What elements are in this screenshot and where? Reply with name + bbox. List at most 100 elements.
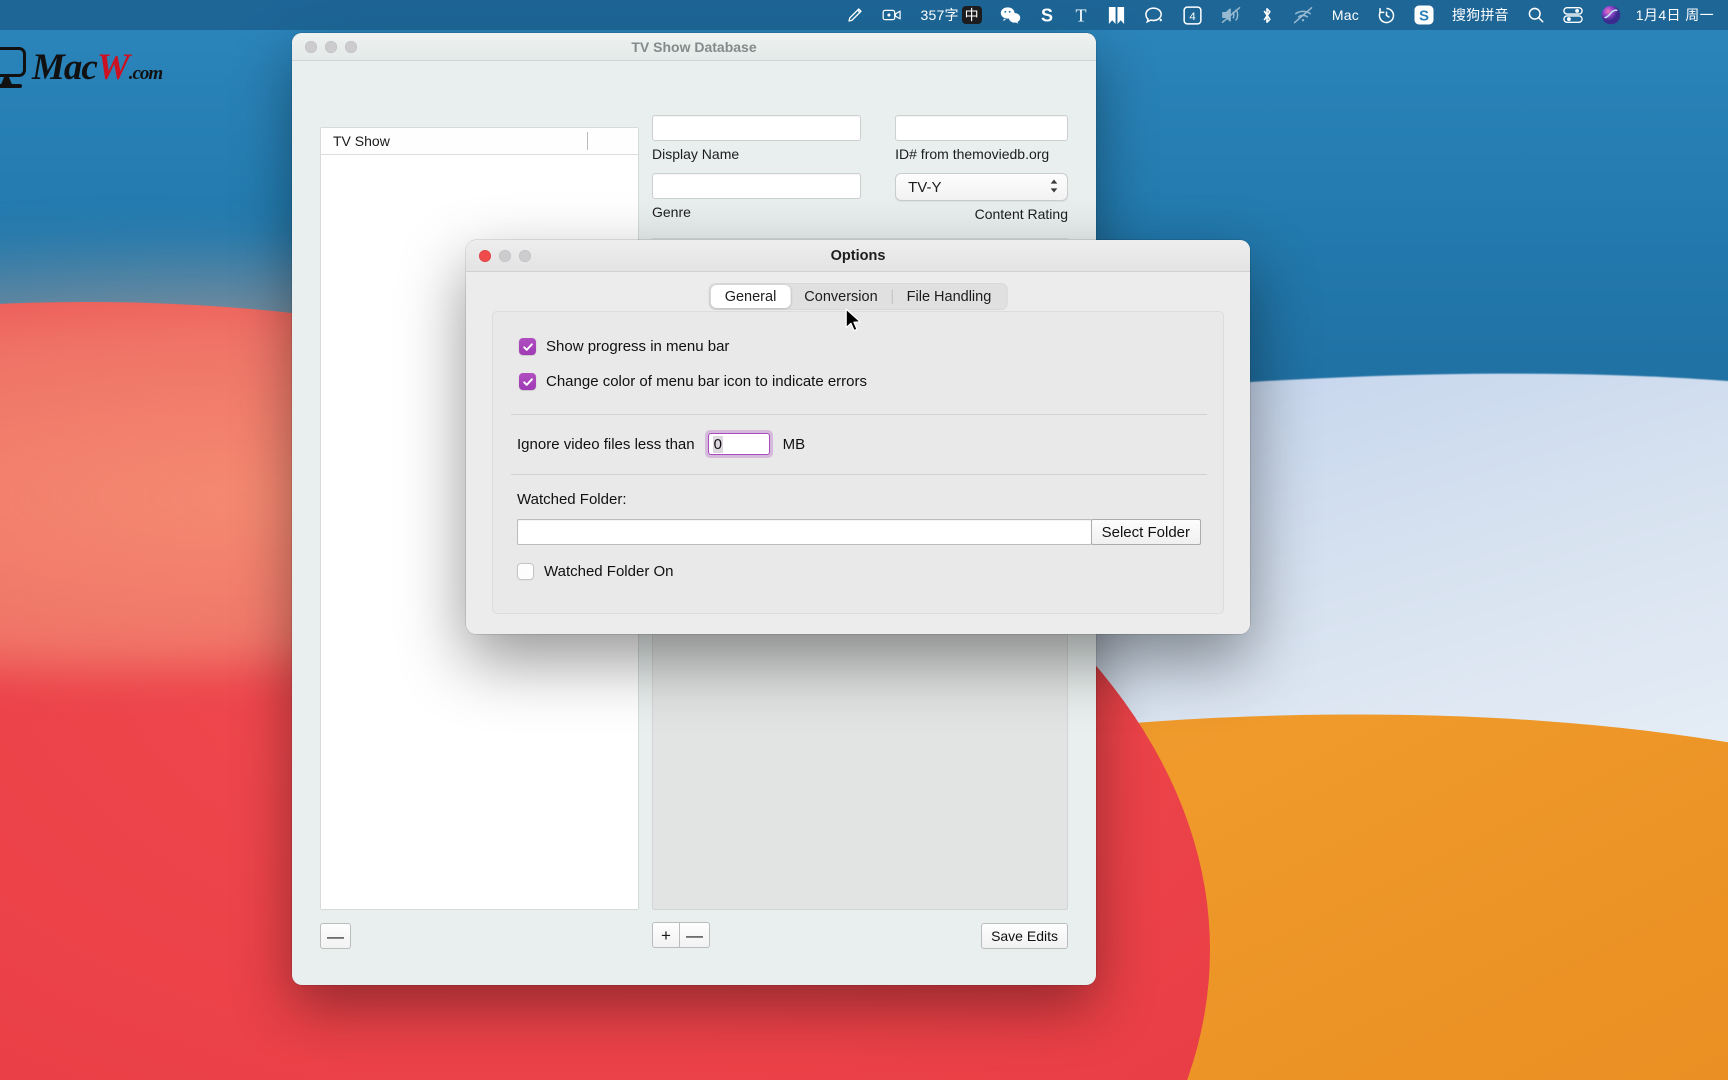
sogou-input-icon[interactable]: S bbox=[1405, 0, 1443, 30]
ignore-size-row: Ignore video files less than 0 MB bbox=[493, 415, 1223, 458]
menu-bar: 357字 中 S T 4 Mac S 搜狗拼音 1月4日 周一 bbox=[0, 0, 1728, 30]
search-icon[interactable] bbox=[1518, 0, 1554, 30]
options-general-panel: Show progress in menu bar Change color o… bbox=[492, 311, 1224, 614]
zoom-button[interactable] bbox=[345, 40, 357, 53]
tab-file-handling[interactable]: File Handling bbox=[893, 285, 1006, 308]
genre-group: Genre bbox=[652, 173, 862, 222]
ignore-size-focus-ring: 0 bbox=[704, 430, 773, 458]
ignore-size-value: 0 bbox=[712, 435, 723, 453]
content-rating-value: TV-Y bbox=[908, 178, 942, 196]
sogou-input-label[interactable]: 搜狗拼音 bbox=[1443, 0, 1518, 30]
display-name-input[interactable] bbox=[652, 115, 862, 141]
wifi-off-icon[interactable] bbox=[1283, 0, 1323, 30]
svg-text:S: S bbox=[1419, 8, 1429, 25]
word-count-status[interactable]: 357字 中 bbox=[911, 0, 990, 30]
show-progress-checkbox[interactable] bbox=[519, 338, 536, 355]
bookmark-icon[interactable] bbox=[1098, 0, 1135, 30]
content-rating-label: Content Rating bbox=[974, 206, 1068, 222]
pencil-icon[interactable] bbox=[837, 0, 873, 30]
options-titlebar[interactable]: Options bbox=[466, 240, 1250, 272]
movie-db-id-input[interactable] bbox=[895, 115, 1068, 141]
save-edits-button[interactable]: Save Edits bbox=[981, 923, 1068, 949]
macw-watermark: MacW.com bbox=[0, 46, 163, 89]
tvdb-titlebar[interactable]: TV Show Database bbox=[292, 33, 1096, 61]
tv-show-list-header[interactable]: TV Show bbox=[321, 128, 638, 155]
tvdb-traffic-lights bbox=[292, 40, 357, 53]
options-tab-bar: General Conversion File Handling bbox=[708, 283, 1008, 310]
episode-add-remove-group: + — bbox=[652, 922, 710, 948]
content-rating-select[interactable]: TV-Y bbox=[895, 173, 1068, 201]
ignore-size-input[interactable]: 0 bbox=[707, 433, 770, 455]
options-zoom-button[interactable] bbox=[519, 249, 531, 262]
watched-folder-path-input[interactable] bbox=[517, 519, 1092, 545]
list-remove-button-wrap: — bbox=[320, 923, 351, 949]
list-remove-button[interactable]: — bbox=[320, 923, 351, 949]
save-edits-wrap: Save Edits bbox=[981, 923, 1068, 949]
movie-db-id-group: ID# from themoviedb.org bbox=[895, 115, 1068, 162]
options-window-title: Options bbox=[830, 247, 886, 264]
input-method-badge[interactable]: 中 bbox=[961, 6, 982, 24]
watermark-text: MacW.com bbox=[32, 46, 163, 89]
episode-add-button[interactable]: + bbox=[652, 922, 680, 948]
watched-folder-row: Select Folder bbox=[517, 519, 1201, 545]
tab-general[interactable]: General bbox=[710, 285, 791, 308]
options-traffic-lights bbox=[466, 249, 531, 262]
change-color-label: Change color of menu bar icon to indicat… bbox=[546, 373, 868, 390]
control-center-icon[interactable] bbox=[1554, 0, 1592, 30]
column-divider[interactable] bbox=[587, 132, 588, 150]
chevron-updown-icon bbox=[1049, 178, 1059, 197]
change-color-checkbox[interactable] bbox=[519, 373, 536, 390]
detail-separator bbox=[652, 238, 1068, 239]
minimize-button[interactable] bbox=[325, 40, 337, 53]
options-dialog: Options General Conversion File Handling… bbox=[466, 240, 1250, 634]
word-count-text: 357字 bbox=[920, 7, 959, 23]
watched-folder-toggle-row[interactable]: Watched Folder On bbox=[517, 563, 1201, 580]
options-body: General Conversion File Handling Show pr… bbox=[466, 272, 1250, 634]
watched-folder-label: Watched Folder: bbox=[517, 491, 627, 508]
bluetooth-icon[interactable] bbox=[1251, 0, 1283, 30]
show-progress-label: Show progress in menu bar bbox=[546, 338, 730, 355]
time-machine-icon[interactable] bbox=[1368, 0, 1405, 30]
ignore-size-label: Ignore video files less than bbox=[517, 435, 695, 453]
menu-bar-status-items: 357字 中 S T 4 Mac S 搜狗拼音 1月4日 周一 bbox=[837, 0, 1728, 30]
svg-text:S: S bbox=[1041, 6, 1053, 25]
close-button[interactable] bbox=[305, 40, 317, 53]
tv-show-column-label: TV Show bbox=[333, 133, 390, 149]
detail-row-1: Display Name ID# from themoviedb.org bbox=[652, 115, 1068, 162]
episode-remove-button[interactable]: — bbox=[680, 922, 710, 948]
numbered-box-icon[interactable]: 4 bbox=[1174, 0, 1211, 30]
display-name-group: Display Name bbox=[652, 115, 862, 162]
svg-text:4: 4 bbox=[1189, 10, 1195, 22]
watermark-dotcom: .com bbox=[128, 63, 163, 84]
siri-icon[interactable] bbox=[1592, 0, 1630, 30]
wechat-icon[interactable] bbox=[991, 0, 1030, 30]
monitor-icon bbox=[0, 46, 28, 89]
tab-conversion[interactable]: Conversion bbox=[790, 285, 891, 308]
genre-input[interactable] bbox=[652, 173, 862, 199]
show-progress-row[interactable]: Show progress in menu bar bbox=[519, 338, 1223, 355]
watched-folder-section: Watched Folder: Select Folder Watched Fo… bbox=[493, 475, 1223, 580]
sogou-s-icon[interactable]: S bbox=[1030, 0, 1064, 30]
movie-db-id-label: ID# from themoviedb.org bbox=[895, 146, 1050, 162]
display-name-label: Display Name bbox=[652, 146, 740, 162]
text-tool-icon[interactable]: T bbox=[1064, 0, 1098, 30]
svg-text:T: T bbox=[1075, 6, 1086, 25]
content-rating-group: TV-Y Content Rating bbox=[895, 173, 1068, 222]
mac-label[interactable]: Mac bbox=[1323, 0, 1368, 30]
screen-record-icon[interactable] bbox=[873, 0, 911, 30]
speech-bubble-icon[interactable] bbox=[1135, 0, 1174, 30]
change-color-row[interactable]: Change color of menu bar icon to indicat… bbox=[519, 373, 1223, 390]
options-close-button[interactable] bbox=[479, 249, 491, 262]
checkbox-group: Show progress in menu bar Change color o… bbox=[493, 312, 1223, 390]
volume-muted-icon[interactable] bbox=[1211, 0, 1251, 30]
watched-folder-checkbox[interactable] bbox=[517, 563, 534, 580]
watched-folder-toggle-label: Watched Folder On bbox=[544, 563, 674, 580]
genre-label: Genre bbox=[652, 204, 691, 220]
menu-bar-clock[interactable]: 1月4日 周一 bbox=[1630, 0, 1718, 30]
watermark-w: W bbox=[96, 47, 130, 88]
ignore-size-unit: MB bbox=[782, 435, 806, 453]
options-minimize-button[interactable] bbox=[499, 249, 511, 262]
tvdb-window-title: TV Show Database bbox=[631, 38, 757, 55]
select-folder-button[interactable]: Select Folder bbox=[1090, 519, 1201, 545]
detail-row-2: Genre TV-Y Content Rating bbox=[652, 173, 1068, 222]
